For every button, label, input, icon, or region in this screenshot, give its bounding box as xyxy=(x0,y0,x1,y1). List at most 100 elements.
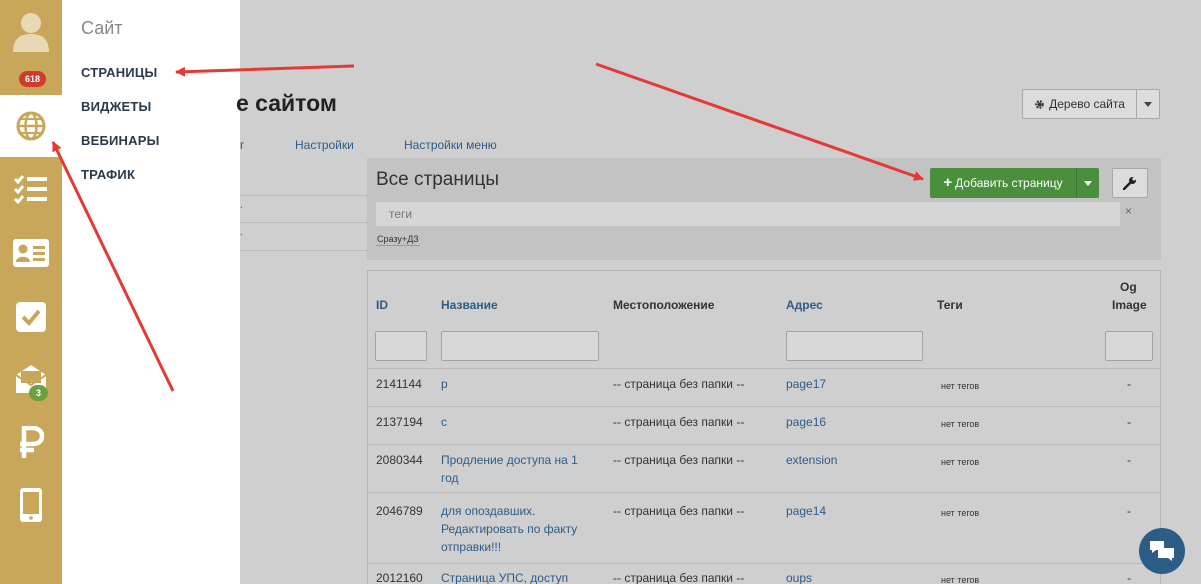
checkbox-icon xyxy=(16,302,46,332)
cell-id: 2137194 xyxy=(376,415,423,429)
cell-location: -- страница без папки -- xyxy=(613,504,745,518)
cell-id: 2046789 xyxy=(376,504,423,518)
cell-tags: нет тегов xyxy=(941,457,980,467)
site-flyout-menu: Сайт СТРАНИЦЫ ВИДЖЕТЫ ВЕБИНАРЫ ТРАФИК xyxy=(62,0,240,584)
cell-address[interactable]: extension xyxy=(786,451,837,469)
add-page-caret[interactable] xyxy=(1077,168,1099,198)
caret-down-icon xyxy=(1084,180,1092,186)
cell-name-line[interactable]: отправки!!! xyxy=(441,538,501,556)
notification-badge: 618 xyxy=(19,71,47,87)
settings-wrench-button[interactable] xyxy=(1112,168,1148,198)
cell-name[interactable]: р xyxy=(441,375,448,393)
cell-address[interactable]: oups xyxy=(786,569,812,584)
contact-card-icon xyxy=(13,239,49,267)
wrench-icon xyxy=(1123,177,1136,190)
chat-button[interactable] xyxy=(1139,528,1185,574)
cell-og: - xyxy=(1127,453,1131,467)
mobile-icon xyxy=(20,488,42,522)
column-header-location: Местоположение xyxy=(613,298,715,312)
cell-location: -- страница без папки -- xyxy=(613,453,745,467)
tab-menu-settings[interactable]: Настройки меню xyxy=(404,138,497,152)
menu-item-widgets[interactable]: ВИДЖЕТЫ xyxy=(81,99,151,114)
cell-og: - xyxy=(1127,377,1131,391)
ruble-icon xyxy=(20,426,44,458)
cell-tags: нет тегов xyxy=(941,419,980,429)
table-row: 2141144 р -- страница без папки -- page1… xyxy=(368,369,1160,406)
cell-og: - xyxy=(1127,504,1131,518)
add-page-button[interactable]: + Добавить страницу xyxy=(930,168,1099,198)
rail-site[interactable] xyxy=(0,95,62,157)
menu-item-traffic[interactable]: ТРАФИК xyxy=(81,167,135,182)
cell-tags: нет тегов xyxy=(941,381,980,391)
divider xyxy=(240,195,367,196)
icon-rail: 618 3 xyxy=(0,0,62,584)
rail-checks[interactable] xyxy=(0,286,62,348)
table-row: 2012160 Страница УПС, доступ -- страница… xyxy=(368,564,1160,584)
menu-item-webinars[interactable]: ВЕБИНАРЫ xyxy=(81,133,160,148)
list-item[interactable]: . xyxy=(240,200,243,211)
page-title: е сайтом xyxy=(236,90,337,116)
column-header-address[interactable]: Адрес xyxy=(786,298,823,312)
cell-location: -- страница без папки -- xyxy=(613,377,745,391)
cell-address[interactable]: page17 xyxy=(786,375,826,393)
filter-name-input[interactable] xyxy=(441,331,599,361)
cell-id: 2141144 xyxy=(376,377,422,391)
list-item[interactable]: . xyxy=(240,227,243,238)
menu-item-pages[interactable]: СТРАНИЦЫ xyxy=(81,65,157,80)
rail-mobile[interactable] xyxy=(0,474,62,536)
flyout-title: Сайт xyxy=(81,18,123,38)
tags-filter-input[interactable] xyxy=(376,202,1120,226)
cell-address[interactable]: page14 xyxy=(786,502,826,520)
cell-location: -- страница без папки -- xyxy=(613,415,745,429)
caret-down-icon xyxy=(1144,101,1152,107)
add-page-label: Добавить страницу xyxy=(955,176,1063,190)
divider xyxy=(240,222,367,223)
plus-icon: + xyxy=(943,174,953,191)
filter-address-input[interactable] xyxy=(786,331,923,361)
cell-name-line[interactable]: для опоздавших. xyxy=(441,502,536,520)
cell-name[interactable]: с xyxy=(441,413,447,431)
column-header-id[interactable]: ID xyxy=(376,298,388,312)
site-tree-button[interactable]: Дерево сайта xyxy=(1022,89,1160,119)
main-content: е сайтом Дерево сайта г Настройки Настро… xyxy=(236,0,1201,584)
filter-id-input[interactable] xyxy=(375,331,427,361)
filter-og-input[interactable] xyxy=(1105,331,1153,361)
mail-badge: 3 xyxy=(29,385,49,401)
rail-mail[interactable] xyxy=(0,348,62,410)
rail-profile[interactable] xyxy=(0,0,62,60)
rail-payments[interactable] xyxy=(0,411,62,473)
table-row: 2137194 с -- страница без папки -- page1… xyxy=(368,407,1160,444)
column-header-og-line2: Image xyxy=(1112,298,1147,312)
rail-contacts[interactable] xyxy=(0,222,62,284)
user-avatar-icon xyxy=(13,13,49,52)
checklist-icon xyxy=(14,175,47,204)
tab-pages[interactable]: г xyxy=(240,138,244,152)
tag-chip[interactable]: Сразу+ДЗ xyxy=(376,234,420,246)
cell-tags: нет тегов xyxy=(941,508,980,518)
chat-icon xyxy=(1150,541,1174,561)
cell-name-line[interactable]: Редактировать по факту xyxy=(441,520,577,538)
cell-og: - xyxy=(1127,415,1131,429)
pages-panel: Все страницы + Добавить страницу × Сразу… xyxy=(367,158,1161,260)
clear-tags-icon[interactable]: × xyxy=(1125,204,1132,218)
gear-icon xyxy=(1035,99,1044,109)
table-row: 2080344 Продление доступа на 1 год -- ст… xyxy=(368,445,1160,492)
cell-id: 2012160 xyxy=(376,571,423,584)
cell-address[interactable]: page16 xyxy=(786,413,826,431)
site-tree-caret[interactable] xyxy=(1137,90,1159,118)
cell-name-line[interactable]: Продление доступа на 1 xyxy=(441,451,578,469)
cell-id: 2080344 xyxy=(376,453,423,467)
cell-location: -- страница без папки -- xyxy=(613,571,745,584)
column-header-og-line1: Og xyxy=(1120,280,1137,294)
cell-name-line[interactable]: год xyxy=(441,469,459,487)
column-header-tags: Теги xyxy=(937,298,963,312)
tab-settings[interactable]: Настройки xyxy=(295,138,354,152)
cell-og: - xyxy=(1127,571,1131,584)
cell-name[interactable]: Страница УПС, доступ xyxy=(441,569,568,584)
rail-tasks[interactable] xyxy=(0,158,62,220)
table-row: 2046789 для опоздавших. Редактировать по… xyxy=(368,493,1160,563)
column-header-name[interactable]: Название xyxy=(441,298,498,312)
globe-icon xyxy=(16,111,46,141)
cell-tags: нет тегов xyxy=(941,575,980,584)
site-tree-label: Дерево сайта xyxy=(1049,97,1125,111)
